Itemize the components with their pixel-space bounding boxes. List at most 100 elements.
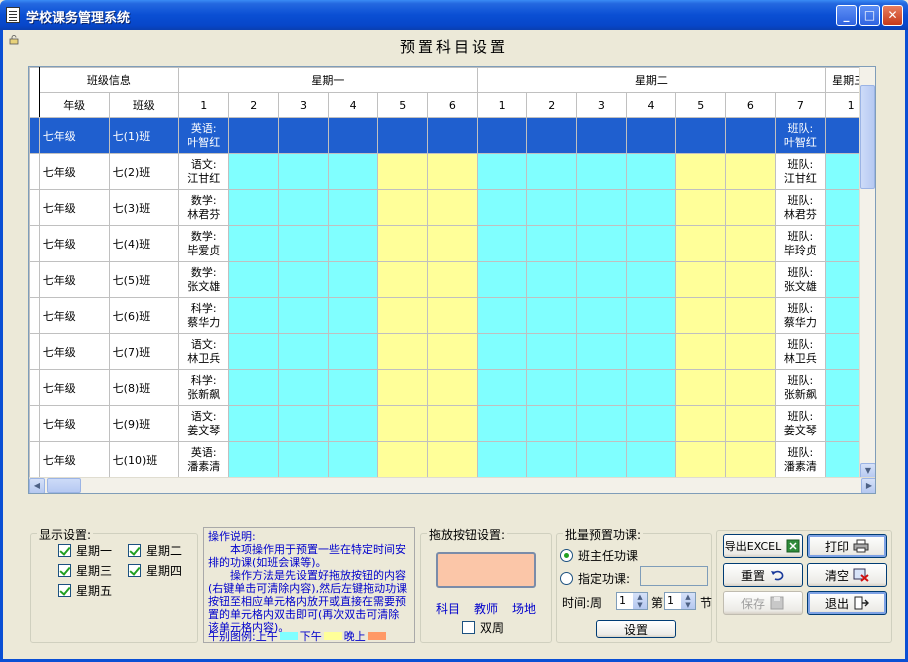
schedule-cell[interactable] bbox=[625, 117, 677, 154]
schedule-table[interactable]: 班级信息 星期一 星期二 星期三 年级 班级 12345612345671 七年… bbox=[29, 67, 875, 478]
schedule-grid[interactable]: 班级信息 星期一 星期二 星期三 年级 班级 12345612345671 七年… bbox=[28, 66, 876, 494]
schedule-cell[interactable] bbox=[278, 261, 329, 298]
schedule-cell[interactable] bbox=[476, 369, 528, 406]
schedule-cell[interactable] bbox=[725, 153, 776, 190]
schedule-cell[interactable] bbox=[526, 297, 578, 334]
checkbox-monday[interactable]: 星期一 bbox=[58, 542, 112, 559]
schedule-cell[interactable] bbox=[278, 189, 329, 226]
row-selector[interactable] bbox=[29, 333, 40, 370]
schedule-cell[interactable] bbox=[476, 117, 528, 154]
schedule-cell[interactable]: 班队: 叶智红 bbox=[774, 117, 827, 154]
vertical-scrollbar[interactable]: ▲ ▼ bbox=[859, 67, 875, 479]
schedule-cell[interactable]: 班队: 江甘红 bbox=[774, 153, 827, 190]
schedule-cell[interactable]: 班队: 姜文琴 bbox=[774, 405, 827, 442]
schedule-cell[interactable] bbox=[377, 297, 429, 334]
schedule-cell[interactable] bbox=[576, 261, 627, 298]
schedule-cell[interactable] bbox=[725, 297, 776, 334]
checkbox-double-week[interactable]: 双周 bbox=[462, 619, 504, 636]
schedule-cell[interactable]: 科学: 张新飙 bbox=[177, 369, 230, 406]
print-button[interactable]: 打印 bbox=[807, 534, 887, 558]
save-button[interactable]: 保存 bbox=[723, 591, 803, 615]
schedule-cell[interactable]: 班队: 张文雄 bbox=[774, 261, 827, 298]
row-selector[interactable] bbox=[29, 189, 40, 226]
schedule-cell[interactable] bbox=[576, 441, 627, 478]
schedule-cell[interactable] bbox=[675, 405, 727, 442]
schedule-cell[interactable] bbox=[377, 261, 429, 298]
title-bar[interactable]: 学校课务管理系统 _ □ ✕ bbox=[0, 0, 908, 30]
row-selector[interactable] bbox=[29, 261, 40, 298]
exit-button[interactable]: 退出 bbox=[807, 591, 887, 615]
schedule-cell[interactable] bbox=[377, 225, 429, 262]
radio-head-teacher[interactable]: 班主任功课 bbox=[560, 547, 638, 564]
schedule-cell[interactable] bbox=[228, 225, 280, 262]
schedule-cell[interactable] bbox=[377, 405, 429, 442]
schedule-cell[interactable] bbox=[675, 153, 727, 190]
specified-subject-field[interactable] bbox=[640, 566, 708, 586]
checkbox-box[interactable] bbox=[58, 564, 71, 577]
schedule-cell[interactable] bbox=[327, 441, 379, 478]
schedule-cell[interactable] bbox=[476, 333, 528, 370]
spinner-arrows-icon[interactable]: ▲ ▼ bbox=[633, 593, 647, 609]
schedule-cell[interactable] bbox=[427, 117, 478, 154]
horizontal-scroll-thumb[interactable] bbox=[47, 478, 81, 493]
checkbox-box[interactable] bbox=[58, 584, 71, 597]
schedule-cell[interactable] bbox=[576, 333, 627, 370]
schedule-cell[interactable] bbox=[625, 261, 677, 298]
schedule-cell[interactable] bbox=[278, 405, 329, 442]
schedule-cell[interactable] bbox=[476, 153, 528, 190]
schedule-cell[interactable] bbox=[576, 225, 627, 262]
row-selector[interactable] bbox=[29, 441, 40, 478]
schedule-cell[interactable] bbox=[725, 333, 776, 370]
schedule-cell[interactable] bbox=[526, 405, 578, 442]
schedule-cell[interactable] bbox=[228, 153, 280, 190]
schedule-cell[interactable] bbox=[278, 333, 329, 370]
scroll-right-button[interactable]: ▶ bbox=[861, 478, 875, 493]
row-selector[interactable] bbox=[29, 225, 40, 262]
schedule-cell[interactable]: 语文: 江甘红 bbox=[177, 153, 230, 190]
schedule-cell[interactable] bbox=[576, 117, 627, 154]
table-row[interactable]: 七年级 七(6)班 科学: 蔡华力 班队: 蔡华力 bbox=[29, 297, 875, 334]
table-row[interactable]: 七年级 七(10)班 英语: 潘素清 班队: 潘素清 bbox=[29, 441, 875, 478]
radio-dot[interactable] bbox=[560, 549, 573, 562]
schedule-cell[interactable] bbox=[476, 441, 528, 478]
schedule-cell[interactable] bbox=[625, 225, 677, 262]
schedule-cell[interactable] bbox=[576, 297, 627, 334]
schedule-cell[interactable] bbox=[576, 153, 627, 190]
schedule-cell[interactable] bbox=[377, 189, 429, 226]
schedule-cell[interactable] bbox=[327, 189, 379, 226]
checkbox-box[interactable] bbox=[128, 544, 141, 557]
schedule-cell[interactable] bbox=[675, 117, 727, 154]
minimize-button[interactable]: _ bbox=[836, 5, 857, 26]
schedule-cell[interactable] bbox=[427, 405, 478, 442]
schedule-cell[interactable] bbox=[278, 153, 329, 190]
schedule-cell[interactable] bbox=[526, 153, 578, 190]
schedule-cell[interactable] bbox=[476, 405, 528, 442]
row-selector[interactable] bbox=[29, 117, 40, 154]
schedule-cell[interactable] bbox=[675, 297, 727, 334]
schedule-cell[interactable] bbox=[725, 225, 776, 262]
schedule-cell[interactable] bbox=[228, 333, 280, 370]
schedule-cell[interactable] bbox=[675, 189, 727, 226]
schedule-cell[interactable] bbox=[327, 225, 379, 262]
schedule-cell[interactable] bbox=[427, 441, 478, 478]
schedule-cell[interactable] bbox=[327, 297, 379, 334]
schedule-cell[interactable] bbox=[228, 261, 280, 298]
schedule-cell[interactable] bbox=[725, 369, 776, 406]
schedule-cell[interactable] bbox=[625, 153, 677, 190]
drag-venue-label[interactable]: 场地 bbox=[512, 600, 536, 617]
row-selector[interactable] bbox=[29, 369, 40, 406]
schedule-cell[interactable]: 科学: 蔡华力 bbox=[177, 297, 230, 334]
radio-dot[interactable] bbox=[560, 572, 573, 585]
schedule-cell[interactable] bbox=[526, 225, 578, 262]
close-button[interactable]: ✕ bbox=[882, 5, 903, 26]
schedule-cell[interactable] bbox=[725, 405, 776, 442]
schedule-cell[interactable] bbox=[576, 369, 627, 406]
schedule-cell[interactable] bbox=[377, 153, 429, 190]
schedule-cell[interactable] bbox=[377, 441, 429, 478]
set-button[interactable]: 设置 bbox=[596, 620, 676, 638]
reset-button[interactable]: 重置 bbox=[723, 563, 803, 587]
schedule-cell[interactable] bbox=[278, 441, 329, 478]
schedule-cell[interactable] bbox=[476, 297, 528, 334]
schedule-cell[interactable] bbox=[725, 261, 776, 298]
schedule-cell[interactable] bbox=[526, 369, 578, 406]
